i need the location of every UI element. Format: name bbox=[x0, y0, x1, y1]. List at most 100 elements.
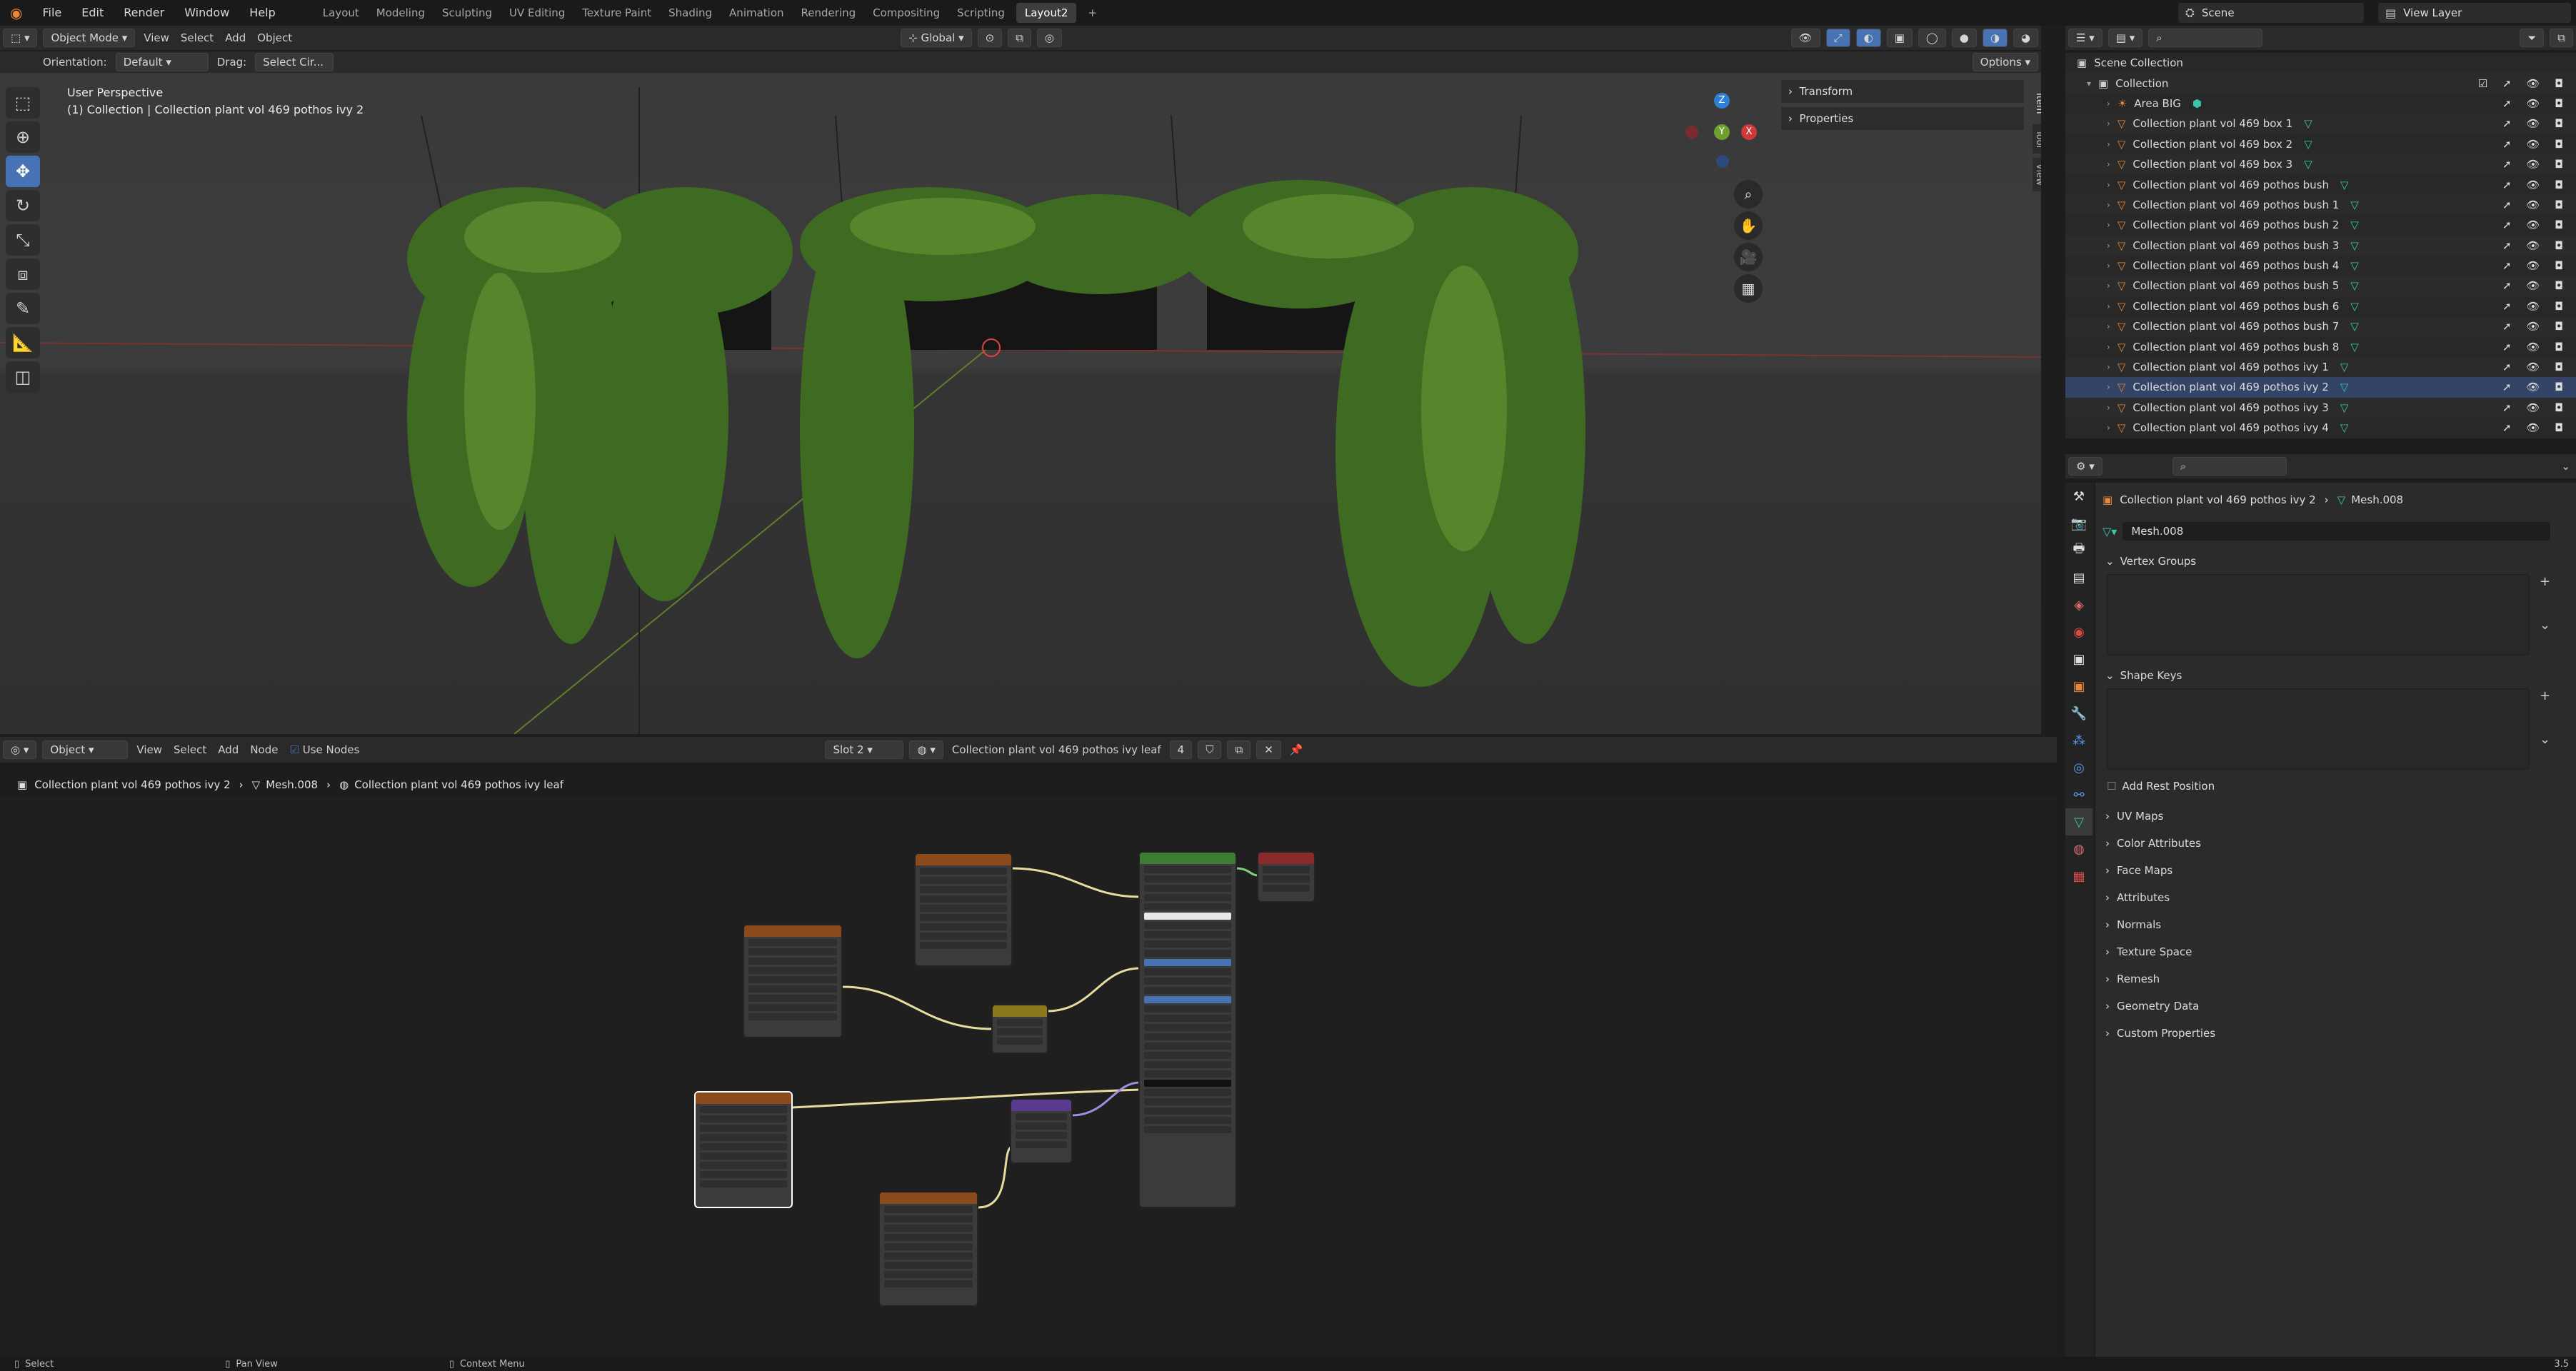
light-data-icon[interactable]: ⬢ bbox=[2192, 97, 2202, 110]
orientation-select[interactable]: Default ▾ bbox=[115, 53, 209, 71]
outliner-item[interactable]: › ▽ Collection plant vol 469 box 1 ▽ ➚ 👁 ◘ bbox=[2065, 114, 2576, 134]
chevron-right-icon[interactable]: › bbox=[2107, 241, 2110, 251]
visibility-icons[interactable]: ➚ 👁 ◘ bbox=[2502, 97, 2569, 110]
snap-icon[interactable]: ⧉ bbox=[1008, 29, 1031, 47]
world-tab-icon[interactable]: ◉ bbox=[2065, 618, 2093, 646]
cursor-tool-icon[interactable]: ⊕ bbox=[6, 121, 40, 153]
tab-modeling[interactable]: Modeling bbox=[368, 0, 433, 26]
mesh-data-icon[interactable]: ▽ bbox=[2304, 138, 2312, 151]
panel-shape-keys[interactable]: ⌄ Shape Keys bbox=[2095, 663, 2576, 688]
outliner-collection[interactable]: ▾ ▣ Collection ☑ ➚ 👁 ◘ bbox=[2065, 73, 2576, 94]
visibility-icons[interactable]: ➚ 👁 ◘ bbox=[2502, 300, 2569, 313]
outliner-item[interactable]: › ▽ Collection plant vol 469 pothos ivy 3 ▽… bbox=[2065, 397, 2576, 418]
outliner-item[interactable]: › ▽ Collection plant vol 469 pothos bush 5… bbox=[2065, 276, 2576, 296]
outliner-item[interactable]: › ▽ Collection plant vol 469 pothos bush ▽ ➚… bbox=[2065, 174, 2576, 194]
material-users-count[interactable]: 4 bbox=[1169, 740, 1193, 759]
image-texture-node[interactable] bbox=[878, 1191, 978, 1307]
outliner-item-label[interactable]: Collection plant vol 469 pothos bush 8 bbox=[2133, 341, 2339, 353]
scene-selector[interactable]: ⛭ Scene bbox=[2178, 3, 2364, 23]
chevron-right-icon[interactable]: › bbox=[2107, 200, 2110, 210]
options-button[interactable]: Options ▾ bbox=[1972, 53, 2038, 71]
mesh-data-icon[interactable]: ▽ bbox=[2350, 239, 2359, 252]
add-icon[interactable]: + bbox=[2540, 574, 2550, 589]
visibility-icon[interactable]: 👁 bbox=[1790, 29, 1820, 47]
mesh-data-icon[interactable]: ▽ bbox=[2340, 401, 2349, 414]
display-mode-icon[interactable]: ▤ ▾ bbox=[2108, 29, 2143, 47]
visibility-icons[interactable]: ➚ 👁 ◘ bbox=[2502, 279, 2569, 292]
visibility-icons[interactable]: ➚ 👁 ◘ bbox=[2502, 341, 2569, 353]
visibility-icons[interactable]: ➚ 👁 ◘ bbox=[2502, 158, 2569, 171]
visibility-icons[interactable]: ➚ 👁 ◘ bbox=[2502, 259, 2569, 272]
outliner-item[interactable]: › ▽ Collection plant vol 469 pothos ivy 1 ▽… bbox=[2065, 356, 2576, 378]
gizmo-toggle-icon[interactable]: ⤢ bbox=[1825, 29, 1850, 47]
vertex-groups-list[interactable] bbox=[2107, 574, 2530, 656]
outliner-scene-collection[interactable]: ▣ Scene Collection bbox=[2065, 53, 2576, 73]
material-browse-icon[interactable]: ◍ ▾ bbox=[909, 740, 943, 759]
outliner-item-label[interactable]: Collection plant vol 469 pothos ivy 3 bbox=[2133, 401, 2328, 414]
mix-color-node[interactable] bbox=[991, 1004, 1048, 1054]
drag-select[interactable]: Select Cir... bbox=[255, 53, 334, 71]
outliner-search-input[interactable]: ⌕ bbox=[2148, 29, 2263, 47]
blender-logo-icon[interactable]: ◉ bbox=[0, 0, 32, 26]
chevron-right-icon[interactable]: › bbox=[2107, 423, 2110, 433]
mesh-data-icon[interactable]: ▽ bbox=[2340, 179, 2349, 191]
image-texture-node-selected[interactable] bbox=[694, 1091, 793, 1208]
mesh-data-icon[interactable]: ▽ bbox=[2350, 199, 2359, 211]
outliner-item[interactable]: › ☀ Area BIG ⬢ ➚ 👁 ◘ bbox=[2065, 94, 2576, 114]
outliner-item[interactable]: › ▽ Collection plant vol 469 box 3 ▽ ➚ 👁 ◘ bbox=[2065, 154, 2576, 175]
output-tab-icon[interactable]: 🖶 bbox=[2065, 537, 2093, 564]
duplicate-material-icon[interactable]: ⧉ bbox=[1227, 740, 1251, 759]
chevron-down-icon[interactable]: ⌄ bbox=[2540, 732, 2550, 747]
object-tab-icon[interactable]: ▣ bbox=[2065, 673, 2093, 700]
panel-vertex-groups[interactable]: ⌄ Vertex Groups bbox=[2095, 548, 2576, 574]
panel-normals[interactable]: › Normals bbox=[2095, 911, 2576, 938]
node-menu-select[interactable]: Select bbox=[174, 743, 206, 756]
add-rest-position-row[interactable]: ☐ Add Rest Position bbox=[2095, 774, 2576, 798]
filter-icon[interactable]: ⏷ bbox=[2520, 29, 2545, 47]
outliner-item[interactable]: › ▽ Collection plant vol 469 pothos bush 2… bbox=[2065, 215, 2576, 235]
outliner-item-label[interactable]: Collection plant vol 469 box 2 bbox=[2133, 138, 2292, 151]
node-menu-add[interactable]: Add bbox=[218, 743, 239, 756]
tab-layout2[interactable]: Layout2 bbox=[1016, 3, 1077, 23]
chevron-right-icon[interactable]: › bbox=[2107, 281, 2110, 291]
panel-custom-properties[interactable]: › Custom Properties bbox=[2095, 1020, 2576, 1047]
viewport-menu-object[interactable]: Object bbox=[257, 31, 292, 44]
shading-wireframe-icon[interactable]: ◯ bbox=[1918, 29, 1946, 47]
chevron-right-icon[interactable]: › bbox=[2107, 180, 2110, 190]
physics-tab-icon[interactable]: ◎ bbox=[2065, 754, 2093, 781]
mesh-data-icon[interactable]: ▽ bbox=[2350, 259, 2359, 272]
properties-options-icon[interactable]: ⌄ bbox=[2561, 460, 2570, 473]
collection-visibility-icons[interactable]: ☑ ➚ 👁 ◘ bbox=[2478, 77, 2569, 90]
outliner-item[interactable]: › ▽ Collection plant vol 469 pothos bush 8… bbox=[2065, 336, 2576, 356]
gizmo-x[interactable]: X bbox=[1741, 124, 1757, 140]
visibility-icons[interactable]: ➚ 👁 ◘ bbox=[2502, 219, 2569, 231]
xray-icon[interactable]: ▣ bbox=[1886, 29, 1913, 47]
panel-remesh[interactable]: › Remesh bbox=[2095, 965, 2576, 993]
add-icon[interactable]: + bbox=[2540, 688, 2550, 703]
particles-tab-icon[interactable]: ⁂ bbox=[2065, 727, 2093, 754]
material-tab-icon[interactable]: ◍ bbox=[2065, 835, 2093, 863]
scale-tool-icon[interactable]: ⤡ bbox=[6, 224, 40, 256]
mesh-data-icon[interactable]: ▽ bbox=[2340, 421, 2349, 434]
tab-texture-paint[interactable]: Texture Paint bbox=[573, 0, 660, 26]
visibility-icons[interactable]: ➚ 👁 ◘ bbox=[2502, 179, 2569, 191]
node-menu-node[interactable]: Node bbox=[250, 743, 278, 756]
menu-help[interactable]: Help bbox=[239, 0, 285, 26]
navigation-gizmo[interactable]: Z X Y bbox=[1678, 87, 1764, 173]
outliner-item-label[interactable]: Collection plant vol 469 pothos bush 1 bbox=[2133, 199, 2339, 211]
tool-tab-icon[interactable]: ⚒ bbox=[2065, 483, 2093, 510]
3d-viewport[interactable]: User Perspective (1) Collection | Collec… bbox=[0, 73, 2041, 734]
tab-shading[interactable]: Shading bbox=[660, 0, 721, 26]
npanel-transform[interactable]: › Transform bbox=[1781, 80, 2024, 103]
image-texture-node[interactable] bbox=[743, 924, 843, 1038]
outliner-item[interactable]: › ▽ Collection plant vol 469 pothos bush 3… bbox=[2065, 235, 2576, 256]
tab-tool[interactable]: Tool bbox=[2033, 124, 2041, 154]
shading-material-icon[interactable]: ◑ bbox=[1982, 29, 2008, 47]
pan-hand-icon[interactable]: ✋ bbox=[1734, 211, 1763, 240]
chevron-right-icon[interactable]: › bbox=[2107, 139, 2110, 149]
chevron-right-icon[interactable]: › bbox=[2107, 362, 2110, 372]
outliner-item-label[interactable]: Collection plant vol 469 pothos bush 7 bbox=[2133, 320, 2339, 333]
chevron-right-icon[interactable]: › bbox=[2107, 99, 2110, 109]
mesh-data-icon[interactable]: ▽ bbox=[2350, 320, 2359, 333]
object-mode-select[interactable]: Object Mode ▾ bbox=[43, 29, 136, 47]
